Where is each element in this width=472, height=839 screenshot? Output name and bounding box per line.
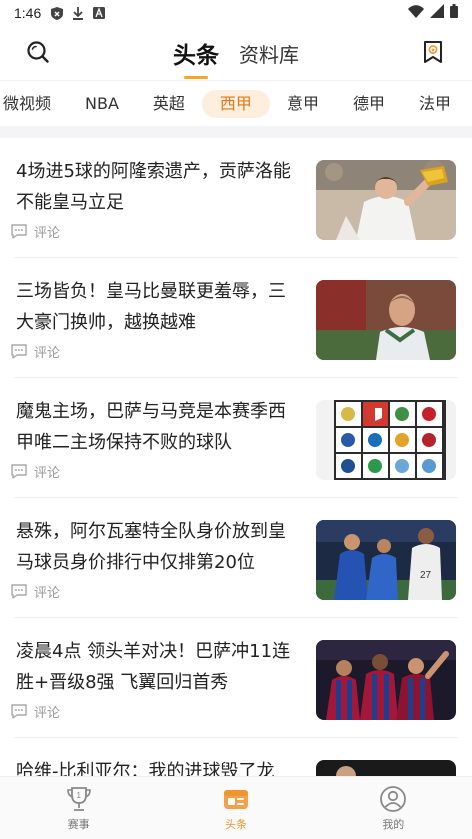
signal-icon [430, 4, 444, 22]
news-item[interactable]: 悬殊，阿尔瓦塞特全队身价放到皇马球员身价排行中仅排第20位 评论 27 [11, 498, 458, 618]
bottom-navigation: 1 赛事 头条 我的 [0, 776, 472, 839]
nav-headlines[interactable]: 头条 [196, 784, 276, 832]
news-thumbnail-match-action[interactable]: 27 [316, 520, 456, 600]
comment-label: 评论 [34, 586, 61, 601]
news-thumbnail-club-badges[interactable] [316, 400, 456, 480]
app-a-icon [93, 7, 106, 19]
category-tab-laliga[interactable]: 西甲 [201, 89, 270, 118]
search-icon[interactable] [26, 40, 50, 64]
category-tabs: 微视频 NBA 英超 西甲 意甲 德甲 法甲 [0, 80, 472, 126]
nav-profile[interactable]: 我的 [353, 784, 433, 832]
news-thumbnail-barcelona-celebration[interactable] [316, 640, 456, 720]
wifi-icon [408, 4, 424, 22]
news-thumbnail-player-golden-boot[interactable] [316, 160, 456, 240]
comment-meta[interactable]: 评论 [10, 222, 60, 241]
news-feed[interactable]: 4场进5球的阿隆索遗产，贡萨洛能不能皇马立足 评论 三场皆负！皇马比曼联更羞辱，… [0, 138, 472, 776]
category-tab-serie-a[interactable]: 意甲 [270, 90, 336, 118]
separator-band [0, 126, 472, 138]
comment-icon [10, 223, 28, 240]
nav-label: 赛事 [67, 818, 90, 831]
profile-icon [378, 784, 408, 814]
news-item[interactable]: 魔鬼主场，巴萨与马竞是本赛季西甲唯二主场保持不败的球队 评论 [11, 378, 458, 498]
comment-meta[interactable]: 评论 [10, 462, 60, 481]
news-thumbnail-coach-portrait[interactable] [316, 280, 456, 360]
comment-meta[interactable]: 评论 [10, 582, 60, 601]
svg-text:1: 1 [76, 791, 81, 800]
bookmark-badge-icon[interactable] [422, 40, 446, 64]
news-item[interactable]: 凌晨4点 领头羊对决！巴萨冲11连胜+晋级8强 飞翼回归首秀 评论 [11, 618, 458, 738]
top-bar: 头条 资料库 [0, 26, 472, 80]
news-title[interactable]: 悬殊，阿尔瓦塞特全队身价放到皇马球员身价排行中仅排第20位 [16, 516, 300, 578]
nav-label: 我的 [382, 818, 405, 831]
svg-text:27: 27 [420, 570, 432, 581]
tab-database[interactable]: 资料库 [239, 39, 299, 68]
news-item[interactable]: 4场进5球的阿隆索遗产，贡萨洛能不能皇马立足 评论 [11, 138, 458, 258]
comment-label: 评论 [34, 466, 61, 481]
news-title[interactable]: 4场进5球的阿隆索遗产，贡萨洛能不能皇马立足 [16, 156, 300, 218]
nav-label: 头条 [224, 818, 247, 831]
comment-icon [10, 343, 28, 360]
news-title[interactable]: 三场皆负！皇马比曼联更羞辱，三大豪门换帅，越换越难 [16, 276, 300, 338]
news-icon [221, 784, 251, 814]
shield-notification-icon [51, 6, 64, 20]
comment-icon [10, 463, 28, 480]
category-tab-ligue-1[interactable]: 法甲 [402, 90, 468, 118]
comment-label: 评论 [34, 226, 61, 241]
news-title[interactable]: 凌晨4点 领头羊对决！巴萨冲11连胜+晋级8强 飞翼回归首秀 [16, 636, 300, 698]
battery-icon [450, 4, 458, 22]
news-item[interactable]: 三场皆负！皇马比曼联更羞辱，三大豪门换帅，越换越难 评论 [11, 258, 458, 378]
category-tab-premier-league[interactable]: 英超 [136, 90, 202, 118]
status-time: 1:46 [14, 5, 42, 21]
news-item[interactable]: 哈维-比利亚尔：我的进球毁了龙 [14, 738, 458, 776]
tab-headlines[interactable]: 头条 [173, 36, 219, 70]
category-tab-bundesliga[interactable]: 德甲 [336, 90, 402, 118]
category-tab-nba[interactable]: NBA [68, 90, 136, 118]
trophy-icon: 1 [64, 784, 94, 814]
comment-icon [10, 583, 28, 600]
comment-icon [10, 703, 28, 720]
news-thumbnail-partial[interactable] [316, 760, 456, 776]
comment-label: 评论 [34, 706, 61, 721]
status-bar: 1:46 [0, 0, 472, 26]
comment-meta[interactable]: 评论 [10, 342, 60, 361]
news-title[interactable]: 魔鬼主场，巴萨与马竞是本赛季西甲唯二主场保持不败的球队 [16, 396, 300, 458]
download-icon [72, 6, 84, 20]
category-tab-micro-video[interactable]: 微视频 [0, 90, 68, 118]
news-title[interactable]: 哈维-比利亚尔：我的进球毁了龙 [16, 756, 300, 776]
nav-matches[interactable]: 1 赛事 [39, 784, 119, 832]
comment-label: 评论 [34, 346, 61, 361]
comment-meta[interactable]: 评论 [10, 702, 60, 721]
